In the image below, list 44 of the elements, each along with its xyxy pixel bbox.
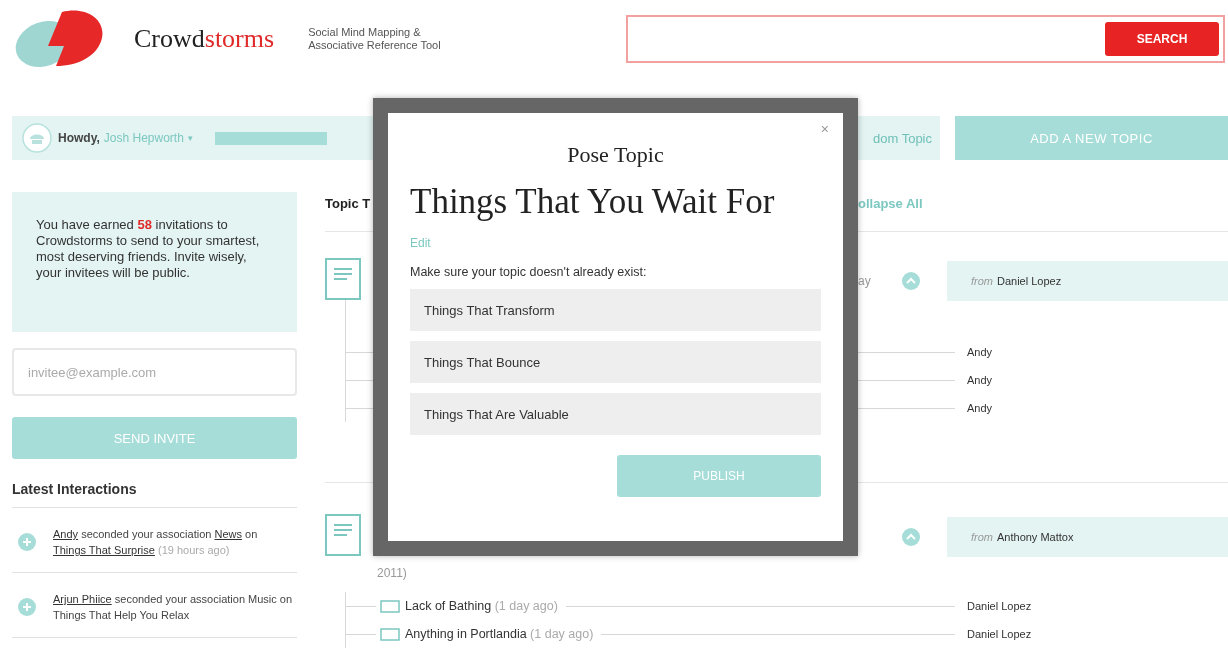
suggestion-item[interactable]: Things That Transform [410, 289, 821, 331]
author-name[interactable]: Andy [955, 374, 1228, 386]
suggestion-item[interactable]: Things That Bounce [410, 341, 821, 383]
author-name[interactable]: Daniel Lopez [955, 628, 1228, 640]
email-field[interactable]: invitee@example.com [12, 348, 297, 396]
search-button[interactable]: SEARCH [1105, 22, 1219, 56]
topic-title: Things That You Wait For [410, 182, 776, 222]
avatar-icon[interactable] [22, 123, 52, 153]
link[interactable]: Arjun Phiice [53, 593, 112, 605]
from-label: from [971, 530, 993, 543]
interaction-text: Andy seconded your association News on Things That Surprise (19 hours ago) [53, 527, 259, 558]
greeting-text: Howdy, [58, 131, 100, 145]
child-topic-text[interactable]: Anything in Portlandia (1 day ago) [405, 627, 594, 641]
invite-text: You have earned 58 invitations to Crowdstorms to send to your smartest, most deserving friends. Invite wisely, your invitees will be public. [12, 192, 297, 332]
child-topic-text[interactable]: Lack of Bathing (1 day ago) [405, 599, 558, 613]
section-heading: Topic T [325, 195, 371, 211]
collapse-icon[interactable] [902, 527, 920, 546]
collapse-icon[interactable] [902, 271, 920, 290]
plus-icon[interactable] [18, 598, 36, 616]
section-heading: Latest Interactions [12, 481, 138, 499]
author-name[interactable]: Daniel Lopez [997, 274, 1062, 287]
author-name[interactable]: Anthony Mattox [997, 530, 1074, 543]
topic-icon [380, 627, 400, 641]
suggestion-item[interactable]: Things That Are Valuable [410, 393, 821, 435]
author-name[interactable]: Andy [955, 402, 1228, 414]
link[interactable]: Andy [53, 528, 79, 540]
link[interactable]: Things That Surprise [53, 544, 155, 556]
from-label: from [971, 274, 993, 287]
input-field[interactable] [214, 131, 327, 145]
plus-icon[interactable] [18, 533, 36, 551]
date-text: 2011) [376, 565, 408, 582]
tagline: Social Mind Mapping & Associative Reference Tool [308, 26, 442, 52]
brand-name[interactable]: Crowdstorms [134, 24, 275, 54]
document-icon[interactable] [325, 514, 361, 556]
dialog-heading: Pose Topic [566, 142, 665, 168]
date-text: ay [858, 273, 871, 288]
author-name[interactable]: Daniel Lopez [955, 600, 1228, 612]
link[interactable]: News [214, 528, 242, 540]
search-field[interactable]: SEARCH [626, 15, 1225, 63]
document-icon[interactable] [325, 258, 361, 300]
interaction-text: Arjun Phiice seconded your association Music on Things That Help You Relax [53, 592, 293, 623]
author-name[interactable]: Andy [955, 346, 1228, 358]
topic-icon [380, 599, 400, 613]
prompt-text: Make sure your topic doesn't already exist: [410, 265, 648, 279]
